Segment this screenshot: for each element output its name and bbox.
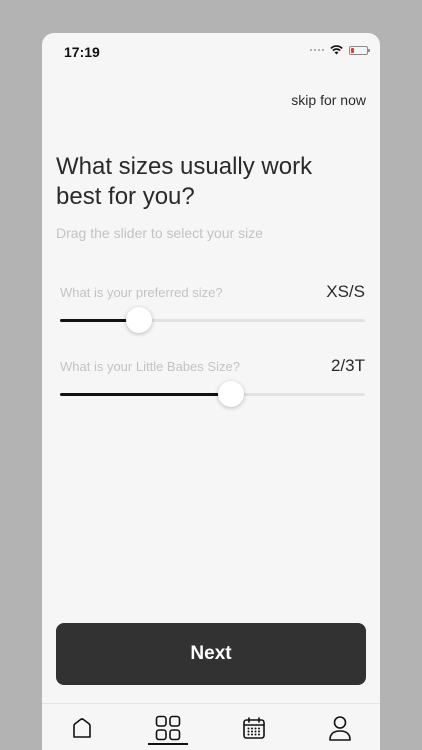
preferred-size-track[interactable] [60,307,365,333]
next-button[interactable]: Next [56,623,366,685]
home-icon [73,717,91,738]
tab-grid[interactable] [138,704,198,750]
little-babes-size-track[interactable] [60,381,365,407]
page-subtitle: Drag the slider to select your size [56,225,263,241]
battery-icon [349,45,370,55]
grid-icon [155,715,181,740]
page-title: What sizes usually work best for you? [56,153,313,210]
tab-home[interactable] [52,704,112,750]
battery-level [351,47,354,53]
preferred-size-value: XS/S [326,282,365,301]
status-icons [310,45,370,55]
profile-icon [329,715,351,741]
status-time: 17:19 [64,44,100,60]
preferred-size-label: What is your preferred size? [60,285,223,300]
signal-icon [310,49,324,51]
little-babes-size-fill [60,393,231,396]
status-bar: 17:19 [42,33,380,69]
wifi-icon [330,45,343,55]
little-babes-size-value: 2/3T [330,356,365,375]
tab-calendar[interactable] [224,704,284,750]
app-screen: 17:19 skip for now What sizes usually wo… [42,33,380,750]
skip-button[interactable]: skip for now [291,92,366,108]
preferred-size-thumb[interactable] [126,307,153,333]
calendar-icon [243,716,265,739]
little-babes-size-label: What is your Little Babes Size? [60,359,240,374]
tab-bar [42,703,380,750]
little-babes-size-thumb[interactable] [217,381,244,407]
active-tab-indicator [148,743,188,745]
tab-profile[interactable] [310,704,370,750]
